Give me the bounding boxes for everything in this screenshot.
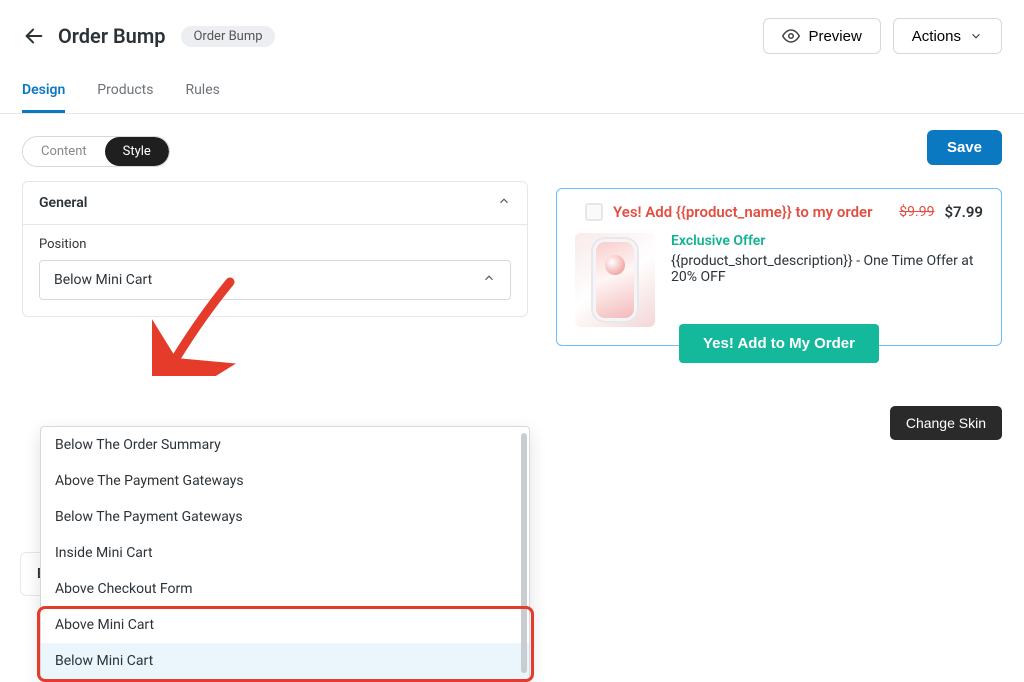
offer-description: {{product_short_description}} - One Time… bbox=[671, 253, 983, 285]
back-arrow[interactable] bbox=[22, 24, 46, 48]
offer-price: $7.99 bbox=[944, 203, 983, 221]
offer-price-strike: $9.99 bbox=[899, 204, 934, 220]
toggle-style[interactable]: Style bbox=[105, 137, 169, 166]
page-tag: Order Bump bbox=[181, 26, 274, 47]
actions-label: Actions bbox=[912, 28, 961, 45]
preview-label: Preview bbox=[808, 28, 861, 45]
option-inside-mini[interactable]: Inside Mini Cart bbox=[41, 535, 529, 571]
general-title: General bbox=[39, 195, 87, 211]
dropdown-scrollbar[interactable] bbox=[521, 433, 527, 673]
tab-rules[interactable]: Rules bbox=[185, 72, 219, 113]
offer-subtitle: Exclusive Offer bbox=[671, 233, 983, 249]
general-panel: General Position Below Mini Cart bbox=[22, 181, 528, 317]
option-below-payment[interactable]: Below The Payment Gateways bbox=[41, 499, 529, 535]
chevron-up-icon bbox=[497, 194, 511, 212]
eye-icon bbox=[782, 27, 800, 45]
chevron-up-icon bbox=[482, 271, 496, 289]
product-image bbox=[575, 233, 655, 327]
position-selected: Below Mini Cart bbox=[54, 272, 152, 288]
change-skin-button[interactable]: Change Skin bbox=[890, 406, 1002, 440]
position-label: Position bbox=[39, 237, 511, 252]
offer-title: Yes! Add {{product_name}} to my order bbox=[613, 203, 889, 221]
position-dropdown: Below The Order Summary Above The Paymen… bbox=[40, 426, 530, 680]
preview-button[interactable]: Preview bbox=[763, 18, 880, 54]
save-button[interactable]: Save bbox=[927, 130, 1002, 165]
tab-design[interactable]: Design bbox=[22, 72, 65, 113]
content-style-toggle: Content Style bbox=[22, 136, 170, 167]
tab-products[interactable]: Products bbox=[97, 72, 153, 113]
offer-card: Yes! Add {{product_name}} to my order $9… bbox=[556, 188, 1002, 346]
actions-button[interactable]: Actions bbox=[893, 18, 1002, 54]
offer-checkbox[interactable] bbox=[585, 203, 603, 221]
position-select[interactable]: Below Mini Cart bbox=[39, 260, 511, 300]
option-above-mini[interactable]: Above Mini Cart bbox=[41, 607, 529, 643]
option-below-mini[interactable]: Below Mini Cart bbox=[41, 643, 529, 679]
toggle-content[interactable]: Content bbox=[23, 137, 105, 166]
option-below-order-summary[interactable]: Below The Order Summary bbox=[41, 427, 529, 463]
offer-cta-button[interactable]: Yes! Add to My Order bbox=[679, 324, 879, 363]
option-above-payment[interactable]: Above The Payment Gateways bbox=[41, 463, 529, 499]
chevron-down-icon bbox=[969, 29, 983, 43]
page-title: Order Bump bbox=[58, 24, 165, 48]
general-header[interactable]: General bbox=[23, 182, 527, 224]
